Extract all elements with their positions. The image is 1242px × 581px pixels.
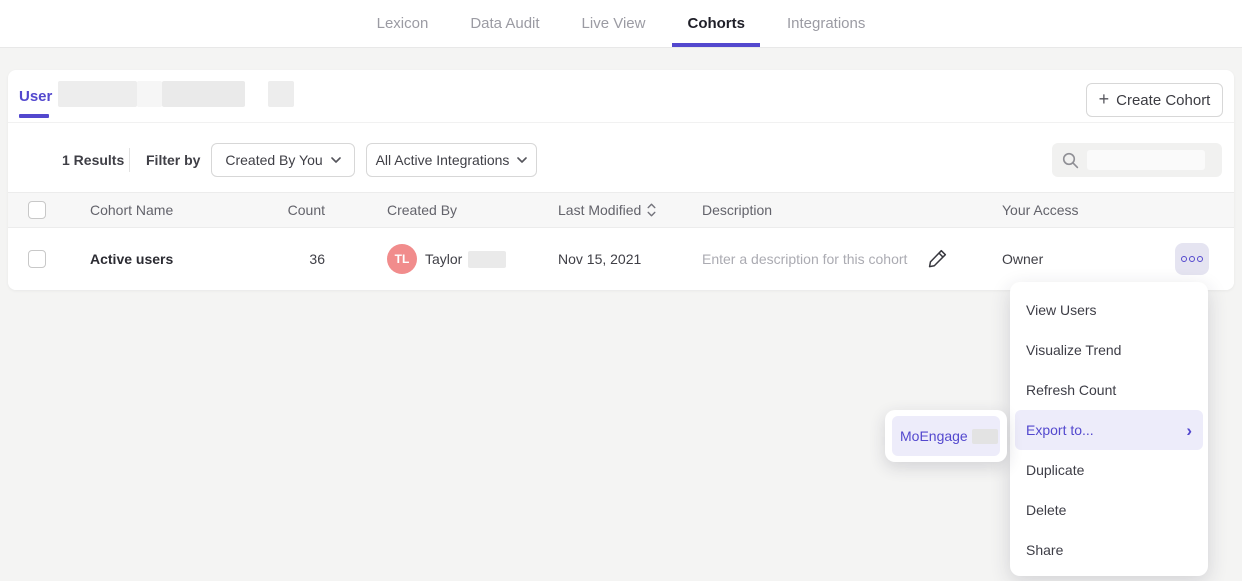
menu-item-export-to[interactable]: Export to... › xyxy=(1015,410,1203,450)
submenu-item-moengage-label: MoEngage xyxy=(900,428,968,444)
select-all-checkbox[interactable] xyxy=(28,201,46,219)
cohorts-card: User + Create Cohort 1 Results Filter by… xyxy=(8,70,1234,290)
integrations-dropdown[interactable]: All Active Integrations xyxy=(366,143,537,177)
export-submenu: MoEngage xyxy=(885,410,1007,462)
integrations-dropdown-value: All Active Integrations xyxy=(376,152,510,168)
cohort-row: Active users 36 TL Taylor Nov 15, 2021 E… xyxy=(8,228,1234,290)
menu-item-export-to-label: Export to... xyxy=(1026,422,1094,438)
tab-cohorts[interactable]: Cohorts xyxy=(672,0,760,47)
col-created-by: Created By xyxy=(387,193,457,227)
chevron-down-icon xyxy=(517,157,527,163)
redacted-tab xyxy=(162,81,245,107)
search-input[interactable] xyxy=(1052,143,1222,177)
tab-integrations[interactable]: Integrations xyxy=(772,0,880,47)
created-by-dropdown[interactable]: Created By You xyxy=(211,143,355,177)
menu-item-visualize-trend[interactable]: Visualize Trend xyxy=(1015,330,1203,370)
search-icon xyxy=(1062,152,1079,169)
row-checkbox[interactable] xyxy=(28,250,46,268)
table-header: Cohort Name Count Created By Last Modifi… xyxy=(8,192,1234,228)
menu-item-view-users[interactable]: View Users xyxy=(1015,290,1203,330)
created-by-name: Taylor xyxy=(425,251,462,267)
results-count: 1 Results xyxy=(62,152,124,168)
sort-icon[interactable] xyxy=(647,203,656,217)
description-placeholder[interactable]: Enter a description for this cohort xyxy=(702,228,907,290)
context-menu: View Users Visualize Trend Refresh Count… xyxy=(1010,282,1208,576)
redacted-last-name xyxy=(468,251,506,268)
tabbar-divider xyxy=(8,122,1234,123)
ellipsis-icon xyxy=(1181,256,1187,262)
divider xyxy=(129,148,130,172)
pencil-icon[interactable] xyxy=(928,247,949,271)
submenu-item-moengage[interactable]: MoEngage xyxy=(892,416,1000,456)
cohort-name[interactable]: Active users xyxy=(90,228,173,290)
redacted-tab xyxy=(58,81,137,107)
ellipsis-icon xyxy=(1197,256,1203,262)
tab-live-view[interactable]: Live View xyxy=(567,0,661,47)
ellipsis-icon xyxy=(1189,256,1195,262)
menu-item-delete[interactable]: Delete xyxy=(1015,490,1203,530)
last-modified-date: Nov 15, 2021 xyxy=(558,228,641,290)
col-cohort-name: Cohort Name xyxy=(90,193,173,227)
menu-item-refresh-count[interactable]: Refresh Count xyxy=(1015,370,1203,410)
col-last-modified-label: Last Modified xyxy=(558,202,641,218)
redacted-tab xyxy=(268,81,294,107)
avatar: TL xyxy=(387,244,417,274)
top-nav: Lexicon Data Audit Live View Cohorts Int… xyxy=(0,0,1242,48)
create-cohort-button[interactable]: + Create Cohort xyxy=(1086,83,1223,117)
created-by-cell: TL Taylor xyxy=(387,228,506,290)
row-actions-button[interactable] xyxy=(1175,243,1209,275)
plus-icon: + xyxy=(1099,90,1110,108)
cohort-count: 36 xyxy=(238,228,325,290)
col-count: Count xyxy=(238,193,325,227)
col-description: Description xyxy=(702,193,772,227)
menu-item-share[interactable]: Share xyxy=(1015,530,1203,570)
chevron-right-icon: › xyxy=(1186,422,1192,439)
col-last-modified[interactable]: Last Modified xyxy=(558,193,656,227)
filter-by-label: Filter by xyxy=(146,152,200,168)
create-cohort-label: Create Cohort xyxy=(1116,92,1210,109)
created-by-dropdown-value: Created By You xyxy=(225,152,322,168)
col-your-access: Your Access xyxy=(1002,193,1079,227)
tab-user[interactable]: User xyxy=(19,88,52,105)
access-value: Owner xyxy=(1002,228,1043,290)
chevron-down-icon xyxy=(331,157,341,163)
redacted-tab xyxy=(137,81,162,107)
redacted-search-text xyxy=(1087,150,1205,170)
active-tab-indicator xyxy=(19,114,49,118)
menu-item-duplicate[interactable]: Duplicate xyxy=(1015,450,1203,490)
tab-data-audit[interactable]: Data Audit xyxy=(455,0,554,47)
tab-lexicon[interactable]: Lexicon xyxy=(362,0,444,47)
redacted-submenu-text xyxy=(972,429,998,444)
